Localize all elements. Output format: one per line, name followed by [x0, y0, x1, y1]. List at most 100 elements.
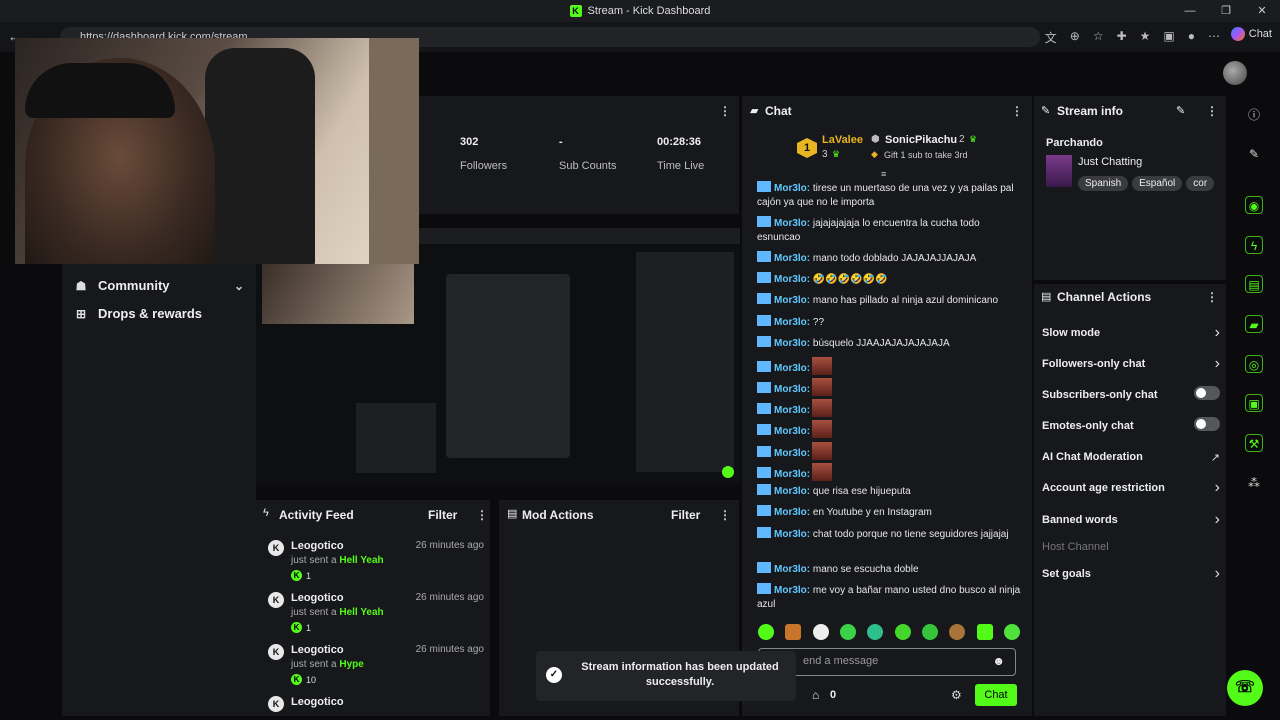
chat-menu-icon[interactable]: ⋮: [1011, 104, 1023, 118]
mod-menu-icon[interactable]: ⋮: [719, 508, 731, 522]
bookmark-star-icon[interactable]: ☆: [1093, 29, 1104, 46]
actions-icon: ▤: [1041, 291, 1052, 303]
copilot-chat-button[interactable]: Chat: [1230, 27, 1272, 41]
emoji-icon[interactable]: ☻: [992, 654, 1005, 668]
emote-icon[interactable]: [976, 624, 993, 640]
maximize-icon[interactable]: ❐: [1208, 0, 1244, 22]
mod-filter-button[interactable]: Filter: [671, 508, 700, 522]
user-badge-icon: [757, 361, 771, 372]
chat-message: Mor3lo: me voy a bañar mano usted dno bu…: [757, 583, 1021, 610]
action-subscribers-only[interactable]: Subscribers-only chat: [1042, 386, 1220, 401]
sidebar-item-drops[interactable]: ⊞ Drops & rewards: [74, 306, 244, 321]
stat-time-live: 00:28:36 Time Live: [657, 136, 705, 172]
mod-actions-title: Mod Actions: [522, 508, 594, 522]
chevron-right-icon: ›: [1214, 324, 1220, 341]
leader1-name[interactable]: LaValee: [822, 134, 863, 146]
chat-title: Chat: [765, 104, 792, 118]
activity-menu-icon[interactable]: ⋮: [476, 508, 488, 522]
action-slow-mode[interactable]: Slow mode ›: [1042, 324, 1220, 341]
chat-icon[interactable]: ▰: [1245, 315, 1263, 333]
user-badge-icon: [757, 484, 771, 495]
chat-settings-icon[interactable]: ⚙: [951, 688, 962, 702]
emotes-only-toggle[interactable]: [1194, 417, 1220, 431]
edit-icon[interactable]: ✎: [1176, 104, 1185, 117]
chat-message-input[interactable]: end a message ☻: [758, 648, 1016, 676]
user-badge-icon: [757, 251, 771, 262]
emote-icon[interactable]: [894, 624, 911, 640]
emote-icon[interactable]: [812, 624, 829, 640]
action-emotes-only[interactable]: Emotes-only chat: [1042, 417, 1220, 432]
user-badge-icon: [757, 424, 771, 435]
support-button[interactable]: ☏: [1227, 670, 1263, 706]
user-badge-icon: [757, 403, 771, 414]
stream-title: Parchando: [1046, 137, 1103, 149]
minimize-icon[interactable]: —: [1172, 0, 1208, 22]
store-icon[interactable]: ⌂: [812, 688, 819, 702]
emote-icon[interactable]: [785, 624, 802, 640]
emote-image: [812, 420, 833, 438]
zoom-icon[interactable]: ⊕: [1070, 29, 1080, 46]
category-name[interactable]: Just Chatting: [1078, 156, 1142, 168]
chat-message: Mor3lo: en Youtube y en Instagram: [757, 505, 1021, 520]
action-ai-moderation[interactable]: AI Chat Moderation ↗: [1042, 451, 1220, 464]
chat-message: Mor3lo: 🤣🤣🤣🤣🤣🤣: [757, 272, 1021, 287]
wrench-icon[interactable]: ⚒: [1245, 434, 1263, 452]
emote-icon[interactable]: [867, 624, 884, 640]
collections-icon[interactable]: ▣: [1163, 29, 1174, 46]
broadcast-icon[interactable]: ◎: [1245, 355, 1263, 373]
drops-icon: ⊞: [75, 306, 87, 321]
emote-image: [812, 357, 833, 375]
chat-message: Mor3lo: búsquelo JJAAJAJAJAJAJAJA: [757, 336, 1021, 351]
extensions-icon[interactable]: ✚: [1117, 29, 1127, 46]
info-icon[interactable]: ⓘ: [1245, 106, 1263, 124]
stats-menu-icon[interactable]: ⋮: [719, 104, 731, 118]
action-banned-words[interactable]: Banned words ›: [1042, 511, 1220, 528]
action-followers-only[interactable]: Followers-only chat ›: [1042, 355, 1220, 372]
lightning-icon[interactable]: ϟ: [1245, 236, 1263, 254]
stream-preview[interactable]: [256, 228, 740, 485]
user-badge-icon: [757, 583, 771, 594]
chevron-right-icon: ›: [1214, 565, 1220, 582]
emote-icon[interactable]: [839, 624, 856, 640]
profile-icon[interactable]: ●: [1188, 29, 1195, 46]
tag[interactable]: Español: [1132, 176, 1183, 191]
preview-webcam: [262, 264, 414, 324]
user-badge-icon: [757, 181, 771, 192]
channel-actions-panel: [1034, 284, 1226, 716]
chat-message: Mor3lo: que risa ese hijueputa: [757, 484, 1021, 499]
channel-actions-menu-icon[interactable]: ⋮: [1206, 290, 1218, 304]
sidebar-item-community[interactable]: ☗ Community ⌄: [74, 278, 244, 293]
chat-send-button[interactable]: Chat: [975, 684, 1017, 706]
emote-icon[interactable]: [949, 624, 966, 640]
kick-user-icon: K: [268, 592, 284, 608]
camera-icon[interactable]: ◉: [1245, 196, 1263, 214]
subscribers-only-toggle[interactable]: [1194, 386, 1220, 400]
action-account-age[interactable]: Account age restriction ›: [1042, 479, 1220, 496]
emote-icon[interactable]: [921, 624, 938, 640]
pencil-icon[interactable]: ✎: [1245, 145, 1263, 163]
crown-icon: ♛: [969, 134, 978, 144]
kick-coin-icon: K: [291, 674, 302, 685]
tag[interactable]: Spanish: [1078, 176, 1129, 191]
apps-icon[interactable]: ⁂: [1245, 474, 1263, 492]
chevron-right-icon: ›: [1214, 479, 1220, 496]
translate-icon[interactable]: 文: [1045, 29, 1057, 46]
document-icon[interactable]: ▤: [1245, 275, 1263, 293]
favorites-icon[interactable]: ★: [1140, 29, 1151, 46]
chat-message: Mor3lo: jajajajajaja lo encuentra la cuc…: [757, 216, 980, 243]
avatar[interactable]: [1223, 61, 1247, 85]
tag[interactable]: cor: [1186, 176, 1215, 191]
emote-icon[interactable]: [1003, 624, 1020, 640]
stream-info-menu-icon[interactable]: ⋮: [1206, 104, 1218, 118]
window-controls: — ❐ ✕: [1172, 0, 1280, 22]
gift-sub-cta[interactable]: Gift 1 sub to take 3rd: [884, 150, 968, 160]
activity-filter-button[interactable]: Filter: [428, 508, 457, 522]
more-icon[interactable]: ⋯: [1208, 29, 1220, 46]
moderation-icon[interactable]: ▣: [1245, 394, 1263, 412]
toast-notification: ✓ Stream information has been updated su…: [536, 651, 796, 701]
action-set-goals[interactable]: Set goals ›: [1042, 565, 1220, 582]
user-badge-icon: [757, 467, 771, 478]
leader2-name[interactable]: SonicPikachu: [885, 134, 957, 146]
emote-icon[interactable]: [758, 624, 774, 640]
close-icon[interactable]: ✕: [1244, 0, 1280, 22]
